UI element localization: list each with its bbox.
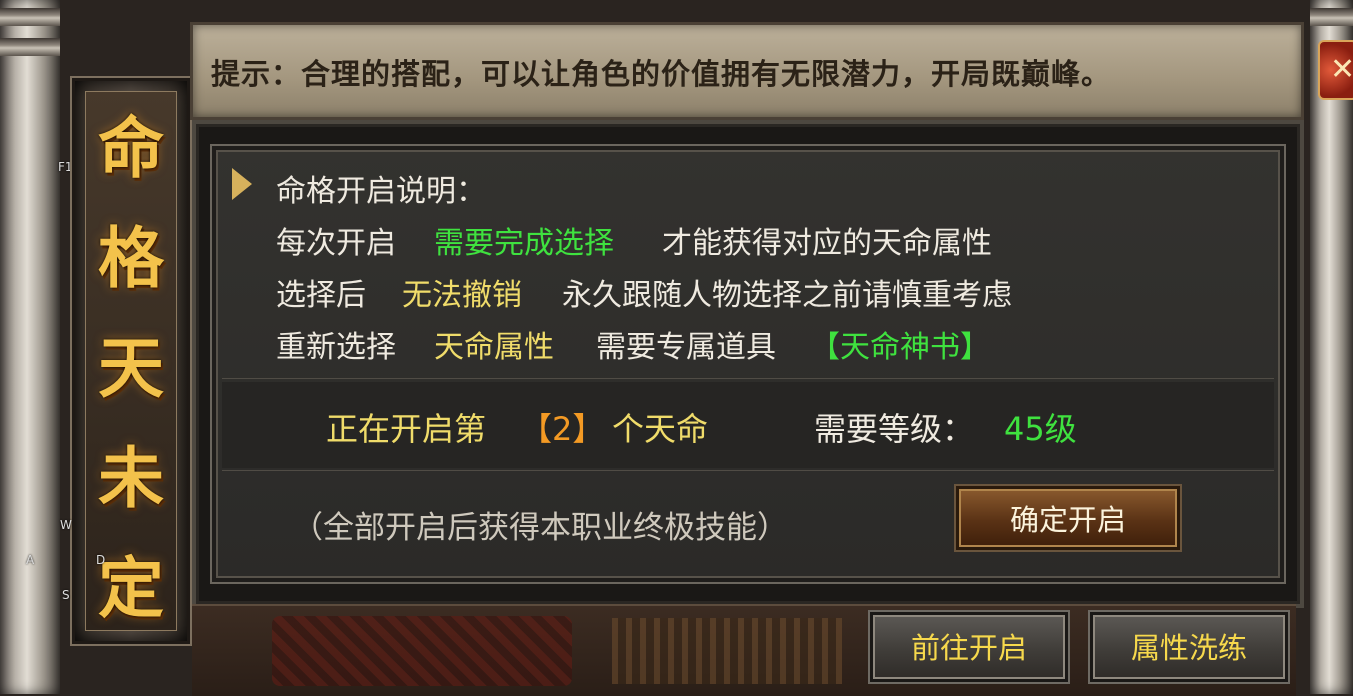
desc-line2-c: 永久跟随人物选择之前请慎重考虑 [562,278,1012,313]
attribute-refine-button[interactable]: 属性洗练 [1090,612,1288,682]
goto-open-button[interactable]: 前往开启 [870,612,1068,682]
bullet-arrow-icon [232,168,252,200]
left-stone-pillar [0,0,60,694]
desc-line1-highlight: 需要完成选择 [434,226,614,261]
banner-char-5: 定 [98,549,164,627]
desc-line1-a: 每次开启 [276,226,396,261]
divider [222,470,1274,471]
hotkey-a: A [26,553,35,567]
item-name-link[interactable]: 【天命神书】 [810,322,990,366]
banner-char-2: 格 [98,219,164,297]
banner-char-1: 命 [98,109,164,187]
opening-suffix: 个天命 [612,410,709,448]
title-banner: 命 格 天 未 定 [72,78,190,644]
divider [222,378,1274,379]
opening-number: 【2】 [520,410,605,448]
hint-text: 提示：合理的搭配，可以让角色的价值拥有无限潜力，开局既巅峰。 [211,57,1112,91]
desc-line2-a: 选择后 [276,278,366,313]
hint-bar: 提示：合理的搭配，可以让角色的价值拥有无限潜力，开局既巅峰。 [190,22,1304,120]
opening-prefix: 正在开启第 [326,410,487,448]
hotkey-w: W [60,518,72,532]
decor-pattern [272,616,572,686]
right-stone-pillar [1310,0,1353,694]
desc-title: 命格开启说明： [276,174,486,209]
close-button[interactable]: ✕ [1318,40,1353,100]
desc-line3-a: 重新选择 [276,330,396,365]
pillar-ring [1310,8,1353,26]
banner-char-4: 未 [98,439,164,517]
desc-line2-highlight: 无法撤销 [402,278,522,313]
close-icon: ✕ [1330,52,1353,87]
pillar-ring [0,8,60,26]
desc-line3-highlight: 天命属性 [434,330,554,365]
desc-line1-c: 才能获得对应的天命属性 [662,226,992,261]
level-label: 需要等级： [814,410,975,448]
desc-line3-c: 需要专属道具 [596,330,776,365]
hotkey-s: S [62,588,70,602]
main-panel-inner: 命格开启说明： 每次开启 需要完成选择 才能获得对应的天命属性 选择后 无法撤销… [210,144,1286,584]
hotkey-d: D [96,553,106,567]
confirm-open-button[interactable]: 确定开启 [956,486,1180,550]
footnote: （全部开启后获得本职业终极技能） [292,510,788,546]
decor-pattern [612,618,842,684]
main-panel: 命格开启说明： 每次开启 需要完成选择 才能获得对应的天命属性 选择后 无法撤销… [192,120,1304,608]
banner-char-3: 天 [98,329,164,407]
pillar-ring [0,38,60,56]
level-value: 45级 [1004,410,1077,448]
